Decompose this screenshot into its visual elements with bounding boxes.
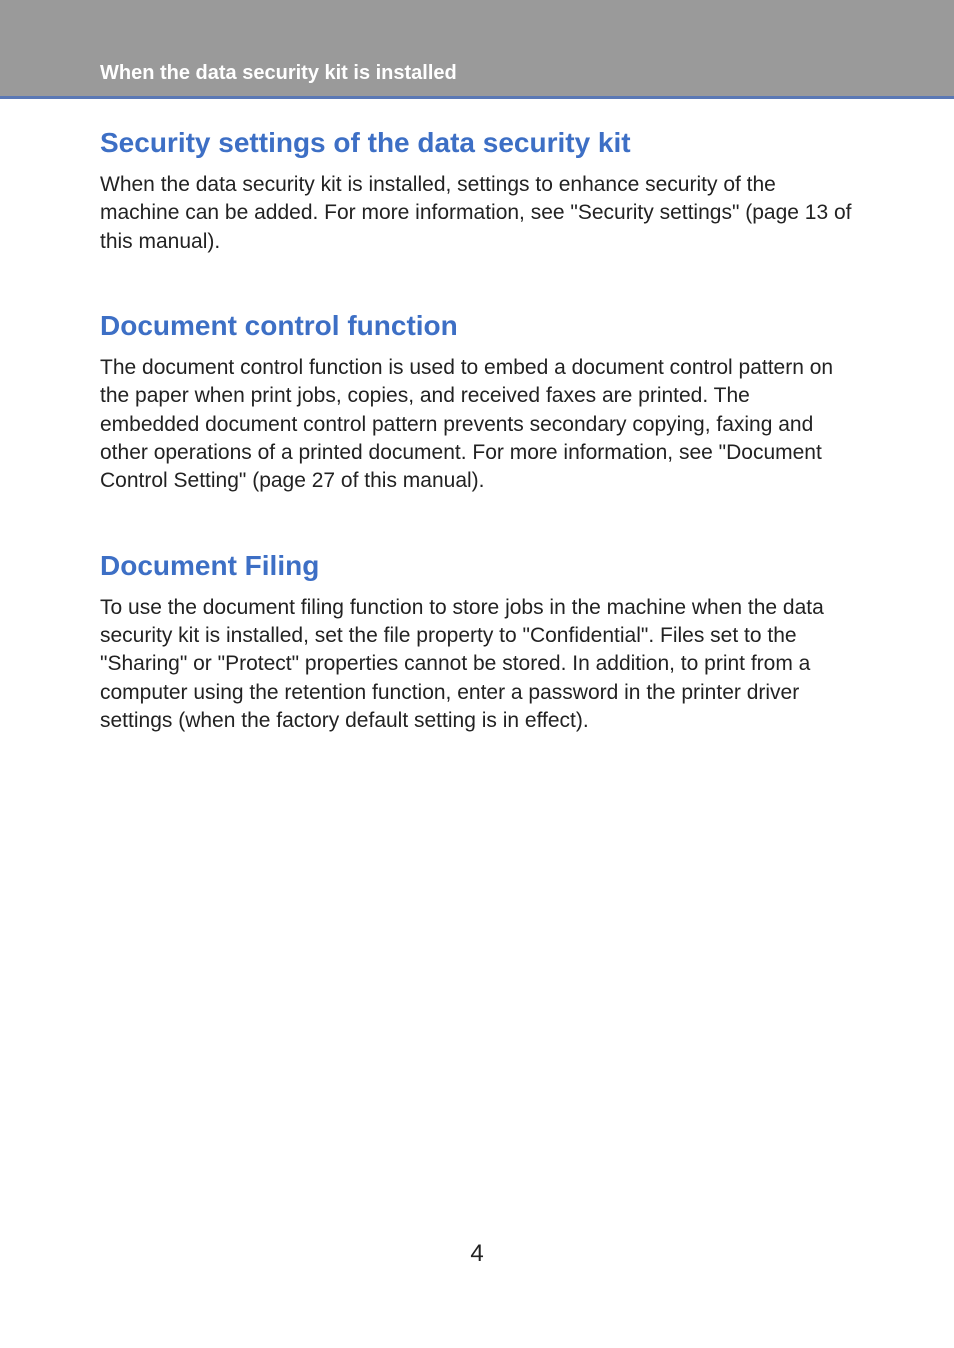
- section-body: To use the document filing function to s…: [100, 594, 854, 736]
- section-heading: Document control function: [100, 310, 854, 342]
- section-body: When the data security kit is installed,…: [100, 171, 854, 256]
- section-document-filing: Document Filing To use the document fili…: [100, 550, 854, 736]
- section-heading: Document Filing: [100, 550, 854, 582]
- page-header: When the data security kit is installed: [100, 62, 457, 85]
- section-heading: Security settings of the data security k…: [100, 127, 854, 159]
- section-document-control: Document control function The document c…: [100, 310, 854, 496]
- page-number: 4: [0, 1240, 954, 1268]
- content-area: Security settings of the data security k…: [0, 96, 954, 1348]
- section-security-settings: Security settings of the data security k…: [100, 127, 854, 256]
- header-title: When the data security kit is installed: [100, 62, 457, 84]
- section-body: The document control function is used to…: [100, 354, 854, 496]
